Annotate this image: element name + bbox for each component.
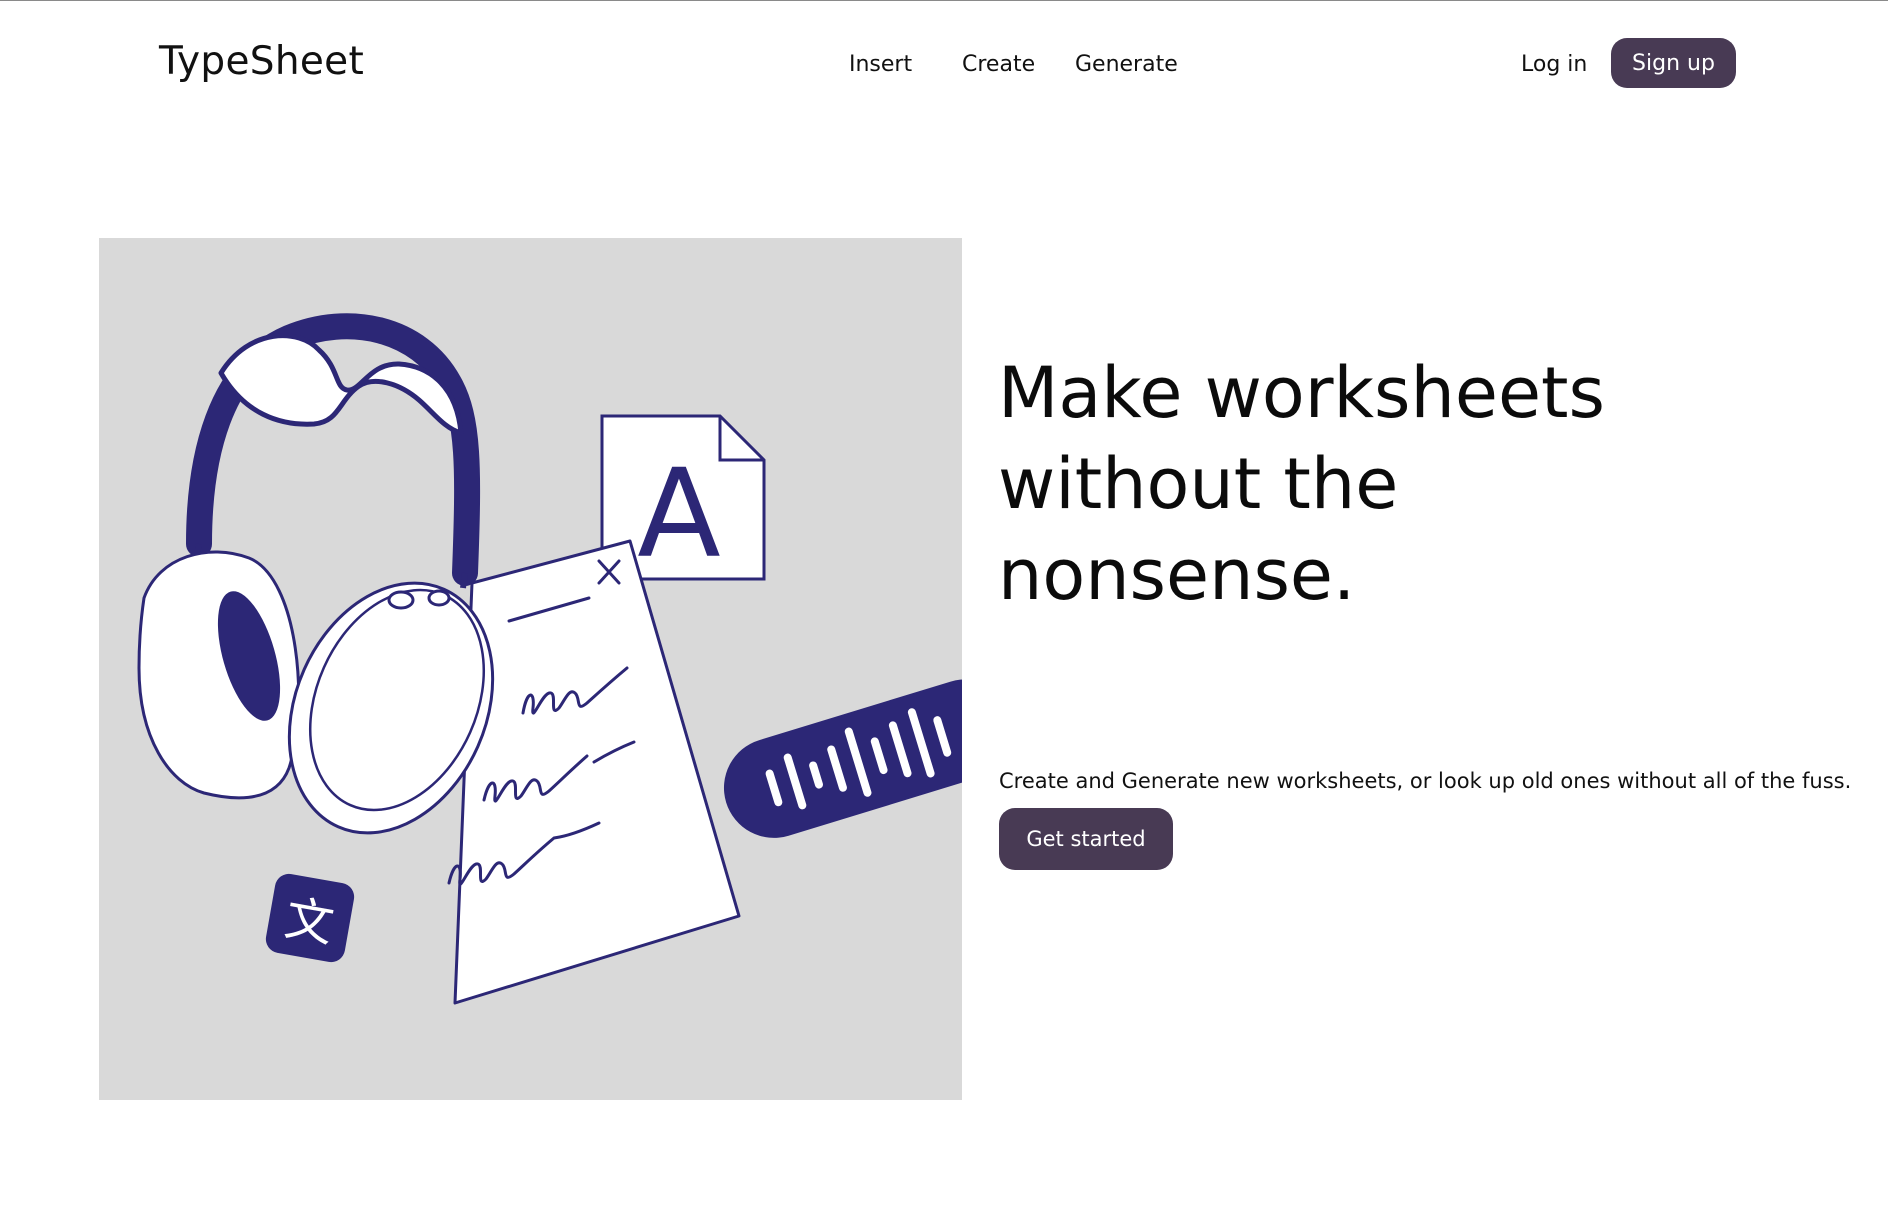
hero-illustration-svg: A 文 <box>137 313 962 1005</box>
nav-create[interactable]: Create <box>962 50 1035 80</box>
signup-button[interactable]: Sign up <box>1611 38 1736 88</box>
translate-glyph: 文 <box>281 890 338 953</box>
hero-subtext: Create and Generate new worksheets, or l… <box>999 769 1852 793</box>
headline-line-3: nonsense. <box>998 534 1356 616</box>
document-icon <box>447 539 741 1005</box>
nav-generate[interactable]: Generate <box>1075 50 1178 80</box>
translate-icon: 文 <box>265 873 355 963</box>
font-file-letter: A <box>637 443 720 585</box>
audio-waveform-icon <box>723 679 962 838</box>
headline-line-2: without the <box>998 443 1399 525</box>
get-started-button[interactable]: Get started <box>999 808 1173 870</box>
login-link[interactable]: Log in <box>1521 50 1587 80</box>
headline-line-1: Make worksheets <box>998 352 1605 434</box>
nav-insert[interactable]: Insert <box>849 50 912 80</box>
logo[interactable]: TypeSheet <box>159 38 364 86</box>
top-border <box>0 0 1888 1</box>
hero-headline: Make worksheets without the nonsense. <box>998 348 1798 621</box>
hero-illustration: A 文 <box>99 238 962 1100</box>
